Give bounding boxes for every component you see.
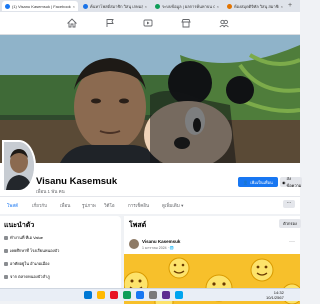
start-menu-icon[interactable] bbox=[84, 291, 92, 299]
clock-date: 10/1/2567 bbox=[266, 295, 284, 300]
tab-label: ระบบข้อมูล | ผลการค้นหาบน Goo bbox=[162, 3, 215, 9]
profile-tabs: โพสต์ เกี่ยวกับ เพื่อน รูปภาพ วิดีโอ การ… bbox=[0, 196, 300, 214]
facebook-top-nav bbox=[0, 12, 300, 35]
video-icon[interactable] bbox=[142, 17, 154, 29]
tab-close-icon[interactable]: × bbox=[281, 4, 283, 9]
tab-label: ค้นหาโพสต์สมาชิก วิสนุ เกษมสุข bbox=[90, 3, 143, 9]
filter-button[interactable]: ตัวกรอง bbox=[279, 219, 301, 228]
intro-lives-in: อาศัยอยู่ใน อำเภอเมือง bbox=[4, 260, 50, 267]
tab-about[interactable]: เกี่ยวกับ bbox=[32, 202, 47, 209]
profile-avatar-image bbox=[4, 142, 34, 190]
tab-close-icon[interactable]: × bbox=[73, 4, 75, 9]
cover-photo[interactable] bbox=[0, 35, 300, 163]
intro-from: จาก ตลาดหนองบัวลำภู bbox=[4, 273, 50, 280]
intro-from-text: จาก ตลาดหนองบัวลำภู bbox=[10, 274, 50, 279]
browser-tab-facebook[interactable]: (1) Visanu Kasemsuk | Facebook × bbox=[2, 1, 78, 11]
app-icon[interactable] bbox=[110, 291, 118, 299]
page-favicon-icon bbox=[227, 3, 232, 9]
intro-education: เคยศึกษาที่ โรงเรียนหนองบัว bbox=[4, 247, 59, 254]
edge-icon[interactable] bbox=[136, 291, 144, 299]
page-favicon-icon bbox=[155, 3, 160, 9]
profile-name: Visanu Kasemsuk bbox=[36, 176, 118, 187]
tab-label: (1) Visanu Kasemsuk | Facebook bbox=[12, 3, 71, 9]
flag-icon[interactable] bbox=[104, 17, 116, 29]
intro-work-text: ทำงานที่ ทีเอ Value bbox=[10, 235, 44, 240]
more-options-button[interactable]: ··· bbox=[283, 200, 295, 208]
intro-work: ทำงานที่ ทีเอ Value bbox=[4, 234, 43, 241]
post-author-name[interactable]: Visanu Kasemsuk bbox=[142, 239, 180, 244]
tab-checkins[interactable]: การเช็คอิน bbox=[128, 202, 149, 209]
profile-avatar[interactable] bbox=[2, 140, 36, 192]
groups-icon[interactable] bbox=[218, 17, 230, 29]
tab-close-icon[interactable]: × bbox=[217, 4, 219, 9]
intro-title: แนะนำตัว bbox=[4, 222, 35, 229]
tab-friends[interactable]: เพื่อน bbox=[60, 202, 70, 209]
graduation-cap-icon bbox=[4, 248, 8, 253]
tab-videos[interactable]: วิดีโอ bbox=[104, 202, 115, 209]
page-favicon-icon bbox=[83, 3, 88, 9]
tab-posts[interactable]: โพสต์ bbox=[7, 202, 18, 209]
os-taskbar: 14:32 10/1/2567 bbox=[0, 288, 300, 301]
home-icon[interactable] bbox=[66, 17, 78, 29]
settings-icon[interactable] bbox=[149, 291, 157, 299]
browser-tab-strip: (1) Visanu Kasemsuk | Facebook × ค้นหาโพ… bbox=[0, 0, 300, 12]
file-explorer-icon[interactable] bbox=[97, 291, 105, 299]
browser-tab-results[interactable]: ระบบข้อมูล | ผลการค้นหาบน Goo × bbox=[152, 1, 222, 11]
chrome-icon[interactable] bbox=[123, 291, 131, 299]
posts-title: โพสต์ bbox=[129, 222, 147, 229]
message-label: ส่งข้อความ bbox=[286, 177, 302, 187]
facebook-favicon-icon bbox=[5, 3, 10, 9]
store-icon[interactable] bbox=[175, 291, 183, 299]
add-friend-label: เพิ่มเป็นเพื่อน bbox=[250, 179, 273, 185]
new-tab-button[interactable]: + bbox=[288, 1, 292, 11]
intro-education-text: เคยศึกษาที่ โรงเรียนหนองบัว bbox=[10, 248, 60, 253]
home-icon bbox=[4, 261, 8, 266]
system-clock[interactable]: 14:32 10/1/2567 bbox=[266, 290, 284, 300]
messenger-icon: ◉ bbox=[282, 179, 286, 185]
location-pin-icon bbox=[4, 274, 8, 279]
add-friend-icon: 👤 bbox=[243, 179, 249, 185]
marketplace-icon[interactable] bbox=[180, 17, 192, 29]
post-timestamp[interactable]: 1 มกราคม 2024 · 🌐 bbox=[142, 245, 174, 251]
tab-close-icon[interactable]: × bbox=[145, 4, 147, 9]
add-friend-button[interactable]: 👤 เพิ่มเป็นเพื่อน bbox=[238, 177, 278, 187]
tab-more[interactable]: ดูเพิ่มเติม ▾ bbox=[162, 202, 183, 209]
post-author-avatar[interactable] bbox=[129, 239, 139, 249]
briefcase-icon bbox=[4, 235, 8, 240]
browser-tab-search[interactable]: ค้นหาโพสต์สมาชิก วิสนุ เกษมสุข × bbox=[80, 1, 150, 11]
tab-label: ห้องสมุดดิจิทัล วิสนุ สมาชิกเกษม bbox=[234, 3, 279, 9]
tab-photos[interactable]: รูปภาพ bbox=[82, 202, 96, 209]
browser-tab-library[interactable]: ห้องสมุดดิจิทัล วิสนุ สมาชิกเกษม × bbox=[224, 1, 286, 11]
post-menu-button[interactable]: ··· bbox=[289, 239, 295, 245]
app-icon[interactable] bbox=[162, 291, 170, 299]
cover-photo-image bbox=[0, 35, 300, 163]
friends-count[interactable]: เพื่อน 1 พัน คน bbox=[36, 188, 65, 195]
intro-lives-in-text: อาศัยอยู่ใน อำเภอเมือง bbox=[10, 261, 50, 266]
message-button[interactable]: ◉ ส่งข้อความ bbox=[280, 177, 302, 187]
